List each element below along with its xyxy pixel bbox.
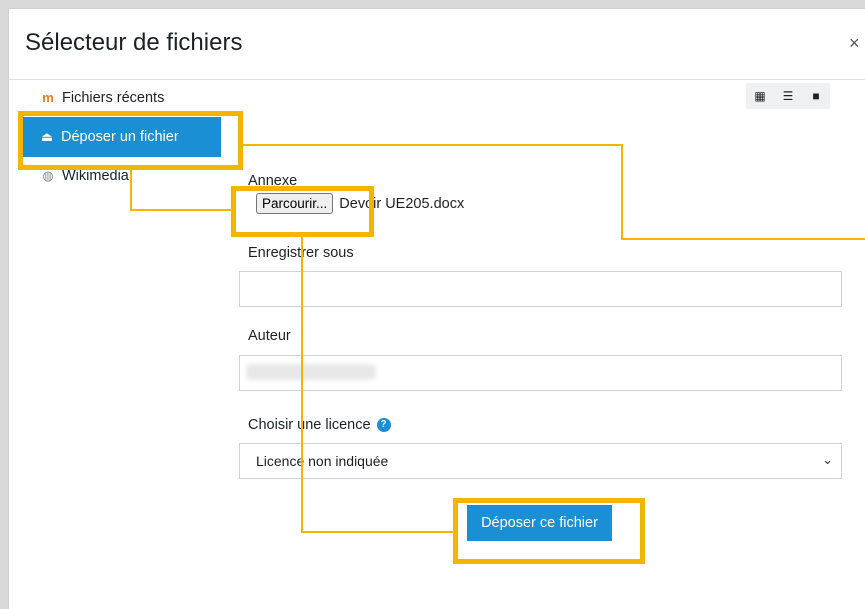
close-icon[interactable]: × — [849, 33, 860, 54]
highlight-upload-repo — [18, 111, 243, 170]
grid-view-icon[interactable]: ▦ — [746, 83, 774, 109]
highlight-submit — [453, 498, 645, 564]
view-toggle-group: ▦ ☰ ■ — [746, 83, 830, 109]
chevron-down-icon: ⌄ — [822, 452, 833, 467]
repo-item-label: Fichiers récents — [62, 90, 165, 106]
connector-line — [621, 238, 865, 240]
license-label-row: Choisir une licence? — [248, 417, 391, 433]
list-view-icon[interactable]: ☰ — [774, 83, 802, 109]
wikimedia-icon: ◍ — [42, 168, 54, 183]
author-value-redacted — [246, 364, 376, 380]
folder-view-icon[interactable]: ■ — [802, 83, 830, 109]
save-as-input[interactable] — [239, 271, 842, 307]
license-select[interactable]: Licence non indiquée ⌄ — [239, 443, 842, 479]
connector-line — [301, 237, 303, 532]
connector-line — [243, 144, 622, 146]
repo-item-wikimedia[interactable]: ◍ Wikimedia — [40, 168, 129, 184]
help-icon[interactable]: ? — [376, 418, 391, 433]
highlight-browse — [231, 186, 374, 237]
author-label: Auteur — [248, 328, 291, 344]
connector-line — [130, 209, 232, 211]
repo-item-recent-files[interactable]: m Fichiers récents — [40, 90, 164, 106]
repo-item-label: Wikimedia — [62, 168, 129, 184]
license-label: Choisir une licence — [248, 417, 371, 433]
connector-line — [301, 531, 454, 533]
connector-line — [621, 144, 623, 240]
moodle-icon: m — [42, 90, 54, 105]
license-selected-value: Licence non indiquée — [256, 453, 389, 469]
dialog-title: Sélecteur de fichiers — [25, 29, 243, 56]
dialog-header: Sélecteur de fichiers × — [9, 9, 865, 80]
connector-line — [130, 170, 132, 210]
